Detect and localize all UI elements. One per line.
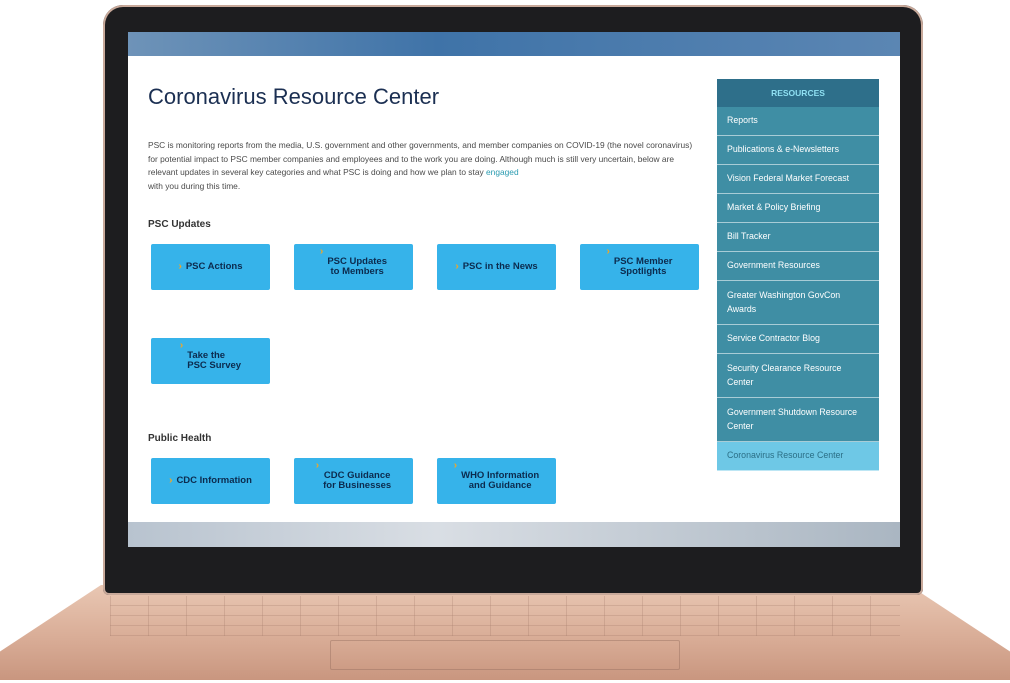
laptop-screen: Coronavirus Resource Center PSC is monit… [128,32,900,547]
sidebar-item-label: Coronavirus Resource Center [727,450,844,461]
sidebar-item-government-resources[interactable]: Government Resources [717,252,879,281]
sidebar-item-contractor-blog[interactable]: Service Contractor Blog [717,325,879,354]
chevron-right-icon: › [455,261,459,272]
sidebar-title: RESOURCES [717,79,879,107]
sidebar-item-security-clearance[interactable]: Security Clearance Resource Center [717,354,879,398]
take-psc-survey-button[interactable]: › Take the PSC Survey [151,338,270,384]
who-information-and-guidance-button[interactable]: › WHO Information and Guidance [437,458,556,504]
psc-updates-to-members-button[interactable]: › PSC Updates to Members [294,244,413,290]
sidebar-item-label: Vision Federal Market Forecast [727,173,850,184]
sidebar-item-reports[interactable]: Reports [717,107,879,136]
chevron-right-icon: › [315,460,320,471]
tile-label: CDC Guidance for Businesses [323,470,392,491]
engaged-link[interactable]: engaged [486,167,519,177]
public-health-heading: Public Health [148,433,212,444]
sidebar-item-shutdown-resource-center[interactable]: Government Shutdown Resource Center [717,398,879,442]
tile-label: PSC Updates to Members [327,256,387,277]
sidebar-item-label: Government Resources [727,260,820,271]
sidebar-item-bill-tracker[interactable]: Bill Tracker [717,223,879,252]
intro-paragraph: PSC is monitoring reports from the media… [148,139,703,193]
intro-text: PSC is monitoring reports from the media… [148,140,693,178]
site-footer-banner [128,522,900,547]
sidebar-item-label: Publications & e-Newsletters [727,144,839,155]
chevron-right-icon: › [606,246,610,257]
psc-member-spotlights-button[interactable]: › PSC Member Spotlights [580,244,699,290]
sidebar-item-publications[interactable]: Publications & e-Newsletters [717,136,879,165]
psc-actions-button[interactable]: › PSC Actions [151,244,270,290]
chevron-right-icon: › [453,460,458,471]
psc-in-the-news-button[interactable]: › PSC in the News [437,244,556,290]
sidebar-item-label: Market & Policy Briefing [727,202,821,213]
tile-label: PSC in the News [462,261,538,272]
tile-label: Take the PSC Survey [187,350,242,371]
sidebar-item-label: Greater Washington GovCon Awards [727,290,841,314]
site-header-banner [128,32,900,56]
tile-label: CDC Information [176,475,252,486]
chevron-right-icon: › [169,475,173,486]
sidebar-item-coronavirus-resource-center[interactable]: Coronavirus Resource Center [717,442,879,471]
resources-sidebar: RESOURCES Reports Publications & e-Newsl… [717,79,879,471]
tile-label: PSC Member Spotlights [613,256,673,277]
sidebar-item-label: Bill Tracker [727,231,771,242]
sidebar-item-label: Security Clearance Resource Center [727,363,842,387]
intro-tail: with you during this time. [148,180,241,191]
chevron-right-icon: › [179,340,184,351]
sidebar-item-vision-forecast[interactable]: Vision Federal Market Forecast [717,165,879,194]
page-title: Coronavirus Resource Center [148,84,440,109]
sidebar-item-market-policy-briefing[interactable]: Market & Policy Briefing [717,194,879,223]
psc-updates-heading: PSC Updates [148,219,211,230]
sidebar-item-label: Government Shutdown Resource Center [727,407,858,431]
sidebar-item-label: Service Contractor Blog [727,333,820,344]
sidebar-item-label: Reports [727,115,758,126]
cdc-guidance-for-businesses-button[interactable]: › CDC Guidance for Businesses [294,458,413,504]
tile-label: PSC Actions [185,261,243,272]
chevron-right-icon: › [178,261,182,272]
sidebar-item-govcon-awards[interactable]: Greater Washington GovCon Awards [717,281,879,325]
chevron-right-icon: › [320,246,324,257]
laptop-trackpad [330,640,680,670]
tile-label: WHO Information and Guidance [461,470,540,491]
cdc-information-button[interactable]: › CDC Information [151,458,270,504]
laptop-keyboard [110,596,900,636]
